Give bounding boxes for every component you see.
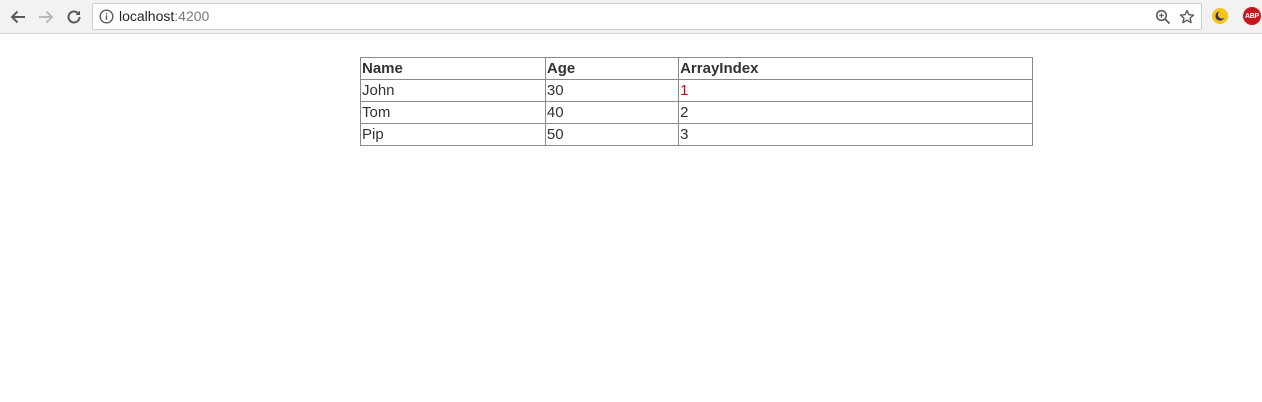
cell-name: John bbox=[360, 79, 546, 102]
arrow-right-icon bbox=[39, 10, 54, 24]
bookmark-button[interactable] bbox=[1178, 8, 1196, 26]
reload-icon bbox=[67, 10, 81, 24]
address-bar[interactable]: localhost:4200 bbox=[92, 3, 1202, 30]
adblock-plus-icon: ABP bbox=[1243, 7, 1261, 25]
info-icon[interactable] bbox=[99, 9, 114, 24]
table-row: Tom 40 2 bbox=[360, 101, 1033, 124]
reload-button[interactable] bbox=[62, 5, 86, 29]
forward-button[interactable] bbox=[34, 5, 58, 29]
data-table: Name Age ArrayIndex John 30 1 Tom 40 2 P… bbox=[360, 57, 1033, 146]
star-icon bbox=[1179, 9, 1195, 24]
table-row: Pip 50 3 bbox=[360, 123, 1033, 146]
arrow-left-icon bbox=[10, 10, 25, 24]
browser-toolbar: localhost:4200 ABP bbox=[0, 0, 1262, 34]
url-host: localhost bbox=[119, 8, 175, 24]
extension-adblock-button[interactable]: ABP bbox=[1243, 7, 1261, 25]
cell-array-index: 1 bbox=[678, 79, 1033, 102]
table-row: John 30 1 bbox=[360, 79, 1033, 102]
page-content: Name Age ArrayIndex John 30 1 Tom 40 2 P… bbox=[0, 34, 1262, 402]
url-port: :4200 bbox=[174, 8, 210, 24]
extension-moon-button[interactable] bbox=[1211, 7, 1229, 25]
cell-name: Tom bbox=[360, 101, 546, 124]
cell-age: 30 bbox=[544, 79, 680, 102]
url-text[interactable]: localhost:4200 bbox=[119, 8, 209, 25]
zoom-in-icon bbox=[1155, 9, 1171, 25]
cell-name: Pip bbox=[360, 123, 546, 146]
cell-age: 40 bbox=[544, 101, 680, 124]
column-header-age: Age bbox=[544, 57, 680, 80]
back-button[interactable] bbox=[6, 5, 30, 29]
zoom-button[interactable] bbox=[1154, 8, 1172, 26]
table-header-row: Name Age ArrayIndex bbox=[360, 57, 1033, 80]
cell-age: 50 bbox=[544, 123, 680, 146]
column-header-name: Name bbox=[360, 57, 546, 80]
moon-icon bbox=[1212, 8, 1228, 24]
cell-array-index: 2 bbox=[678, 101, 1033, 124]
column-header-arrayindex: ArrayIndex bbox=[678, 57, 1033, 80]
cell-array-index: 3 bbox=[678, 123, 1033, 146]
